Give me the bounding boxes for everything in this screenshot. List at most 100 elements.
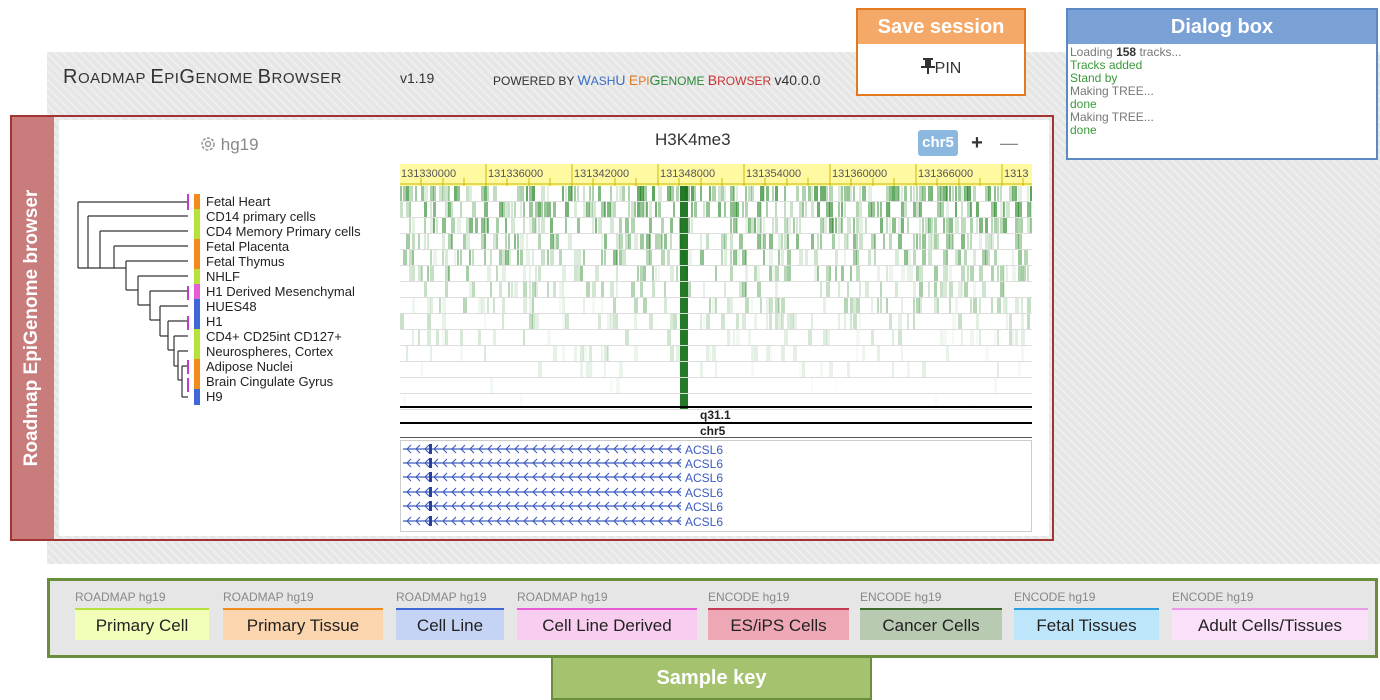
ruler-tick-label: 131336000 (488, 168, 544, 180)
pin-button[interactable]: PIN (858, 58, 1024, 78)
sample-label[interactable]: HUES48 (206, 299, 257, 314)
sample-label[interactable]: CD4+ CD25int CD127+ (206, 329, 342, 344)
heatmap-cell (505, 218, 507, 233)
heatmap-cell (601, 282, 604, 297)
zoom-out-button[interactable]: — (995, 130, 1023, 156)
heatmap-cell (736, 250, 740, 265)
heatmap-cell (877, 298, 879, 313)
sample-key-button[interactable]: Cancer Cells (860, 608, 1002, 640)
sample-key-item[interactable]: ROADMAP hg19 Primary Cell (75, 590, 209, 640)
heatmap-cell (490, 250, 492, 265)
heatmap-cell (940, 282, 943, 297)
gene-label[interactable]: ACSL6 (685, 500, 723, 514)
heatmap-cell (745, 266, 748, 281)
sample-key-button[interactable]: Cell Line Derived (517, 608, 697, 640)
heatmap-cell (835, 218, 837, 233)
sample-color-swatch (194, 209, 200, 225)
sample-color-swatch (194, 284, 200, 300)
sample-label[interactable]: H1 Derived Mesenchymal (206, 284, 355, 299)
heatmap-graphic (400, 186, 1034, 410)
heatmap-cell (424, 234, 426, 249)
heatmap-cell (538, 218, 540, 233)
heatmap-cell (592, 218, 594, 233)
gene-label[interactable]: ACSL6 (685, 443, 723, 457)
gene-label[interactable]: ACSL6 (685, 486, 723, 500)
sample-key-item[interactable]: ENCODE hg19 Cancer Cells (860, 590, 1002, 640)
sample-label[interactable]: Neurospheres, Cortex (206, 344, 333, 359)
sample-key-item[interactable]: ROADMAP hg19 Primary Tissue (223, 590, 383, 640)
sample-label[interactable]: CD14 primary cells (206, 209, 316, 224)
gear-icon (201, 137, 215, 151)
sample-label[interactable]: NHLF (206, 269, 240, 284)
coordinate-ruler[interactable]: 131330000 131336000 131342000 131348000 … (400, 164, 1032, 186)
sample-label[interactable]: CD4 Memory Primary cells (206, 224, 361, 239)
heatmap-cell (811, 186, 813, 201)
sample-label[interactable]: Adipose Nuclei (206, 359, 293, 374)
heatmap-cell (751, 362, 754, 377)
sample-key-button[interactable]: Cell Line (396, 608, 504, 640)
heatmap-cell (859, 314, 861, 329)
sample-label[interactable]: Fetal Placenta (206, 239, 289, 254)
heatmap-cell (640, 234, 644, 249)
sample-key-item[interactable]: ROADMAP hg19 Cell Line Derived (517, 590, 697, 640)
heatmap-cell (532, 186, 535, 201)
sample-key-button[interactable]: Fetal Tissues (1014, 608, 1159, 640)
sample-key-button[interactable]: ES/iPS Cells (708, 608, 849, 640)
heatmap-cell (646, 202, 648, 217)
heatmap-cell (934, 282, 937, 297)
heatmap-cell (880, 218, 883, 233)
heatmap-cell (1000, 218, 1003, 233)
chromosome-button[interactable]: chr5 (918, 130, 958, 156)
heatmap-cell (562, 346, 565, 361)
heatmap-cell (799, 202, 802, 217)
heatmap-cell (424, 218, 426, 233)
gene-track[interactable]: ACSL6 ACSL6 ACSL6 ACSL6 ACSL6 ACSL6 (400, 440, 1032, 532)
sample-key-item[interactable]: ROADMAP hg19 Cell Line (396, 590, 504, 640)
heatmap-cell (592, 362, 595, 377)
sample-key-button[interactable]: Primary Cell (75, 608, 209, 640)
zoom-in-button[interactable]: + (963, 130, 991, 156)
heatmap-cell (553, 346, 557, 361)
heatmap-cell (949, 282, 953, 297)
heatmap-cell (604, 234, 607, 249)
sample-label[interactable]: Fetal Heart (206, 194, 270, 209)
heatmap-cell (550, 218, 553, 233)
gene-label[interactable]: ACSL6 (685, 457, 723, 471)
sample-key-item[interactable]: ENCODE hg19 ES/iPS Cells (708, 590, 849, 640)
heatmap-cell (565, 314, 569, 329)
sample-label[interactable]: Fetal Thymus (206, 254, 285, 269)
heatmap-cell (841, 186, 843, 201)
heatmap-cell (775, 186, 778, 201)
heatmap-cell (775, 282, 778, 297)
heatmap-cell (538, 266, 541, 281)
sample-key-button[interactable]: Adult Cells/Tissues (1172, 608, 1368, 640)
heatmap-cell (919, 282, 923, 297)
sample-key-item[interactable]: ENCODE hg19 Adult Cells/Tissues (1172, 590, 1368, 640)
genome-selector[interactable]: hg19 (200, 135, 259, 155)
sample-color-swatch (194, 329, 200, 345)
sample-label[interactable]: Brain Cingulate Gyrus (206, 374, 333, 389)
heatmap-cell (871, 298, 873, 313)
heatmap-cell (823, 298, 826, 313)
sample-label[interactable]: H9 (206, 389, 223, 404)
powered-by[interactable]: POWERED BY WASHU EPIGENOME BROWSER v40.0… (493, 72, 820, 88)
heatmap-cell (457, 218, 461, 233)
heatmap-cell (820, 362, 823, 377)
heatmap-cell (847, 218, 851, 233)
gene-label[interactable]: ACSL6 (685, 515, 723, 529)
sample-key-button[interactable]: Primary Tissue (223, 608, 383, 640)
app-version: v1.19 (400, 70, 435, 86)
heatmap-cell (970, 330, 974, 345)
heatmap-peak (680, 202, 688, 218)
heatmap-cell (829, 362, 833, 377)
heatmap-cell (535, 314, 539, 329)
heatmap-cell (1024, 250, 1028, 265)
sample-label[interactable]: H1 (206, 314, 223, 329)
heatmap-cell (637, 202, 640, 217)
sample-key-item[interactable]: ENCODE hg19 Fetal Tissues (1014, 590, 1159, 640)
heatmap-cell (562, 186, 564, 201)
heatmap-cell (736, 186, 738, 201)
gene-label[interactable]: ACSL6 (685, 471, 723, 485)
signal-heatmap[interactable] (400, 186, 1034, 410)
heatmap-cell (934, 218, 937, 233)
